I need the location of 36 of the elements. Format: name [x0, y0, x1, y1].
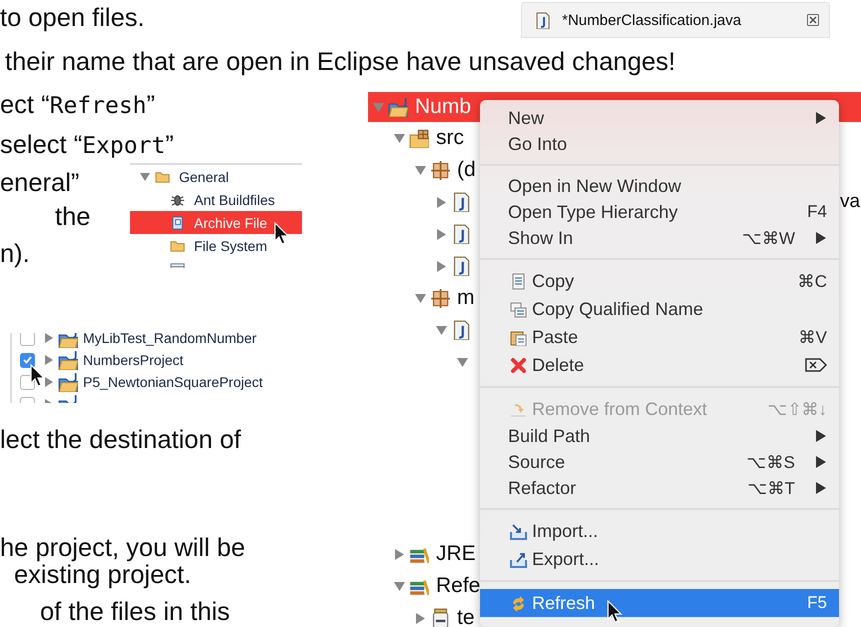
- shortcut-text: ⌥⇧⌘↓: [768, 398, 827, 420]
- shortcut-text: F5: [807, 593, 827, 613]
- shortcut-text: ⌥⌘W: [742, 228, 795, 248]
- tree-label: m: [457, 286, 474, 310]
- shortcut-text: F4: [807, 202, 827, 222]
- body-text: eneral”: [0, 168, 80, 198]
- body-text: select “Export”: [0, 130, 174, 161]
- tree-label: src: [436, 126, 464, 150]
- tree-label: Numb: [415, 95, 472, 119]
- body-text: the: [55, 202, 90, 232]
- shortcut-text: ⌘C: [798, 270, 827, 292]
- body-text: of the files in this: [40, 597, 230, 627]
- body-text: ect “Refresh”: [0, 90, 156, 121]
- tab-title: *NumberClassification.java: [562, 12, 742, 28]
- tree-label: General: [179, 168, 229, 184]
- tree-label: JRE: [436, 542, 476, 566]
- body-text: existing project.: [14, 561, 192, 590]
- tree-label: te: [457, 606, 475, 627]
- tree-label: va: [840, 191, 860, 213]
- body-text: to open files.: [0, 3, 145, 33]
- body-text: lect the destination of: [0, 425, 241, 455]
- tree-label: Ant Buildfiles: [194, 192, 275, 208]
- body-text: their name that are open in Eclipse have unsaved changes!: [5, 47, 676, 77]
- tree-label: File System: [194, 238, 268, 254]
- body-text: he project, you will be: [0, 533, 246, 563]
- shortcut-text: ⌘V: [798, 326, 827, 348]
- body-text: n).: [0, 239, 30, 269]
- project-name: MyLibTest_RandomNumber: [83, 333, 257, 346]
- tree-label: Archive File: [194, 214, 268, 230]
- menu-item: Remove from Context ⌥⇧⌘↓: [480, 395, 839, 423]
- tree-label: (d: [457, 158, 476, 182]
- project-name: NumbersProject: [83, 352, 184, 368]
- shortcut-text: ⌥⌘S: [746, 452, 795, 472]
- shortcut-text: ⌥⌘T: [748, 478, 795, 498]
- project-name: P5_NewtonianSquareProject: [83, 374, 263, 390]
- tree-label: Refe: [436, 574, 480, 598]
